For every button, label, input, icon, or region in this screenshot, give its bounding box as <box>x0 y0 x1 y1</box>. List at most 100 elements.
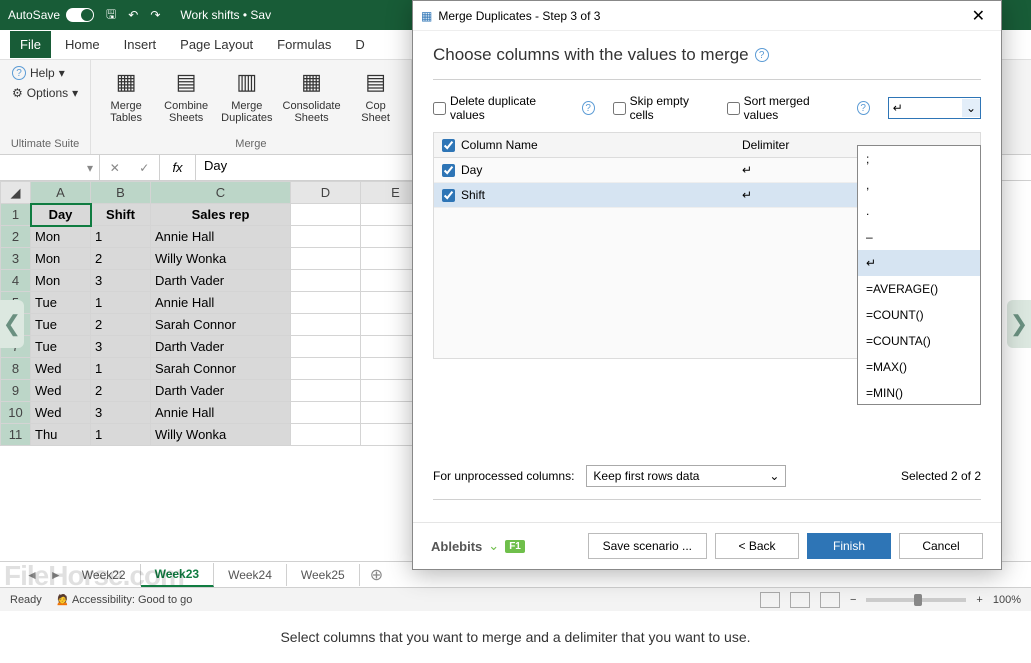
cell[interactable] <box>291 358 361 380</box>
undo-icon[interactable]: ↶ <box>128 8 138 22</box>
cell[interactable]: 3 <box>91 270 151 292</box>
row-header[interactable]: 1 <box>1 204 31 226</box>
accept-fx-icon[interactable]: ✓ <box>139 161 149 175</box>
cell[interactable]: Annie Hall <box>151 402 291 424</box>
cell[interactable]: Day <box>31 204 91 226</box>
skip-empty-checkbox[interactable]: Skip empty cells <box>613 94 709 122</box>
cell[interactable] <box>291 248 361 270</box>
cell[interactable]: 1 <box>91 358 151 380</box>
cell[interactable]: Sales rep <box>151 204 291 226</box>
cell[interactable] <box>291 336 361 358</box>
redo-icon[interactable]: ↷ <box>150 8 160 22</box>
cell[interactable]: Willy Wonka <box>151 424 291 446</box>
tab-file[interactable]: File <box>10 31 51 58</box>
col-header-d[interactable]: D <box>291 182 361 204</box>
row-header[interactable]: 9 <box>1 380 31 402</box>
cell[interactable]: Sarah Connor <box>151 358 291 380</box>
cell[interactable]: Tue <box>31 292 91 314</box>
page-break-view-icon[interactable] <box>820 592 840 608</box>
copy-sheets-button[interactable]: ▤Cop Sheet <box>349 64 403 126</box>
cell[interactable]: Thu <box>31 424 91 446</box>
zoom-out-icon[interactable]: − <box>850 594 856 606</box>
dropdown-item[interactable]: =MAX() <box>858 354 980 380</box>
cell[interactable] <box>291 226 361 248</box>
cancel-fx-icon[interactable]: ✕ <box>110 161 120 175</box>
cell[interactable]: Wed <box>31 402 91 424</box>
cell[interactable]: 3 <box>91 402 151 424</box>
row-header[interactable]: 11 <box>1 424 31 446</box>
cell[interactable] <box>291 270 361 292</box>
cell[interactable]: Sarah Connor <box>151 314 291 336</box>
cell[interactable]: Darth Vader <box>151 336 291 358</box>
cancel-button[interactable]: Cancel <box>899 533 983 559</box>
dropdown-item[interactable]: =COUNTA() <box>858 328 980 354</box>
cell[interactable]: 2 <box>91 248 151 270</box>
cell[interactable] <box>291 204 361 226</box>
col-header-b[interactable]: B <box>91 182 151 204</box>
chevron-down-icon[interactable]: ▾ <box>87 161 93 175</box>
cell[interactable]: Darth Vader <box>151 380 291 402</box>
back-button[interactable]: < Back <box>715 533 799 559</box>
sheet-tab-active[interactable]: Week23 <box>141 563 214 587</box>
tab-insert[interactable]: Insert <box>114 31 167 58</box>
sheet-nav-next-icon[interactable]: ► <box>44 568 68 582</box>
cell[interactable] <box>291 402 361 424</box>
cell[interactable]: Tue <box>31 314 91 336</box>
close-icon[interactable]: ✕ <box>964 4 993 28</box>
tab-home[interactable]: Home <box>55 31 110 58</box>
dropdown-item[interactable]: =MIN() <box>858 380 980 404</box>
help-button[interactable]: ?Help ▾ <box>8 64 82 82</box>
cell[interactable]: Mon <box>31 270 91 292</box>
dropdown-item[interactable]: . <box>858 198 980 224</box>
name-box[interactable]: ▾ <box>0 155 100 180</box>
delete-duplicates-checkbox[interactable]: Delete duplicate values <box>433 94 564 122</box>
cell[interactable] <box>291 314 361 336</box>
dropdown-item[interactable]: , <box>858 172 980 198</box>
cell[interactable]: Tue <box>31 336 91 358</box>
cell[interactable]: Mon <box>31 248 91 270</box>
cell[interactable]: Willy Wonka <box>151 248 291 270</box>
cell[interactable] <box>291 424 361 446</box>
zoom-level[interactable]: 100% <box>993 594 1021 606</box>
next-slide-arrow[interactable]: ❯ <box>1007 300 1031 348</box>
sheet-tab[interactable]: Week22 <box>68 564 141 586</box>
col-header-a[interactable]: A <box>31 182 91 204</box>
sort-merged-checkbox[interactable]: Sort merged values <box>727 94 839 122</box>
cell[interactable]: Shift <box>91 204 151 226</box>
consolidate-sheets-button[interactable]: ▦Consolidate Sheets <box>281 64 343 126</box>
chevron-down-icon[interactable]: ⌄ <box>488 538 499 554</box>
cell[interactable]: Annie Hall <box>151 292 291 314</box>
help-icon[interactable]: ? <box>857 101 870 115</box>
delimiter-combo[interactable]: ↵⌄ <box>888 97 981 119</box>
help-icon[interactable]: ? <box>755 48 769 62</box>
f1-badge[interactable]: F1 <box>505 540 525 553</box>
cell[interactable]: Darth Vader <box>151 270 291 292</box>
row-header[interactable]: 4 <box>1 270 31 292</box>
tab-formulas[interactable]: Formulas <box>267 31 341 58</box>
fx-icon[interactable]: fx <box>160 155 196 180</box>
row-header[interactable]: 3 <box>1 248 31 270</box>
add-sheet-icon[interactable]: ⊕ <box>360 565 393 585</box>
sheet-tab[interactable]: Week24 <box>214 564 287 586</box>
cell[interactable] <box>291 292 361 314</box>
select-all-corner[interactable]: ◢ <box>1 182 31 204</box>
cell[interactable]: 3 <box>91 336 151 358</box>
merge-duplicates-button[interactable]: ▥Merge Duplicates <box>219 64 274 126</box>
save-icon[interactable]: 🖫 <box>106 5 116 26</box>
cell[interactable] <box>291 380 361 402</box>
row-header[interactable]: 2 <box>1 226 31 248</box>
cell[interactable]: 2 <box>91 380 151 402</box>
cell[interactable]: Wed <box>31 358 91 380</box>
tab-page-layout[interactable]: Page Layout <box>170 31 263 58</box>
column-checkbox[interactable] <box>442 164 455 177</box>
sheet-nav-prev-icon[interactable]: ◄ <box>20 568 44 582</box>
row-header[interactable]: 10 <box>1 402 31 424</box>
accessibility-status[interactable]: 🙍 Accessibility: Good to go <box>56 593 193 606</box>
cell[interactable]: Mon <box>31 226 91 248</box>
page-layout-view-icon[interactable] <box>790 592 810 608</box>
zoom-in-icon[interactable]: + <box>976 594 982 606</box>
autosave-toggle[interactable] <box>66 8 94 22</box>
merge-tables-button[interactable]: ▦Merge Tables <box>99 64 153 126</box>
unprocessed-select[interactable]: Keep first rows data⌄ <box>586 465 786 487</box>
col-header-c[interactable]: C <box>151 182 291 204</box>
